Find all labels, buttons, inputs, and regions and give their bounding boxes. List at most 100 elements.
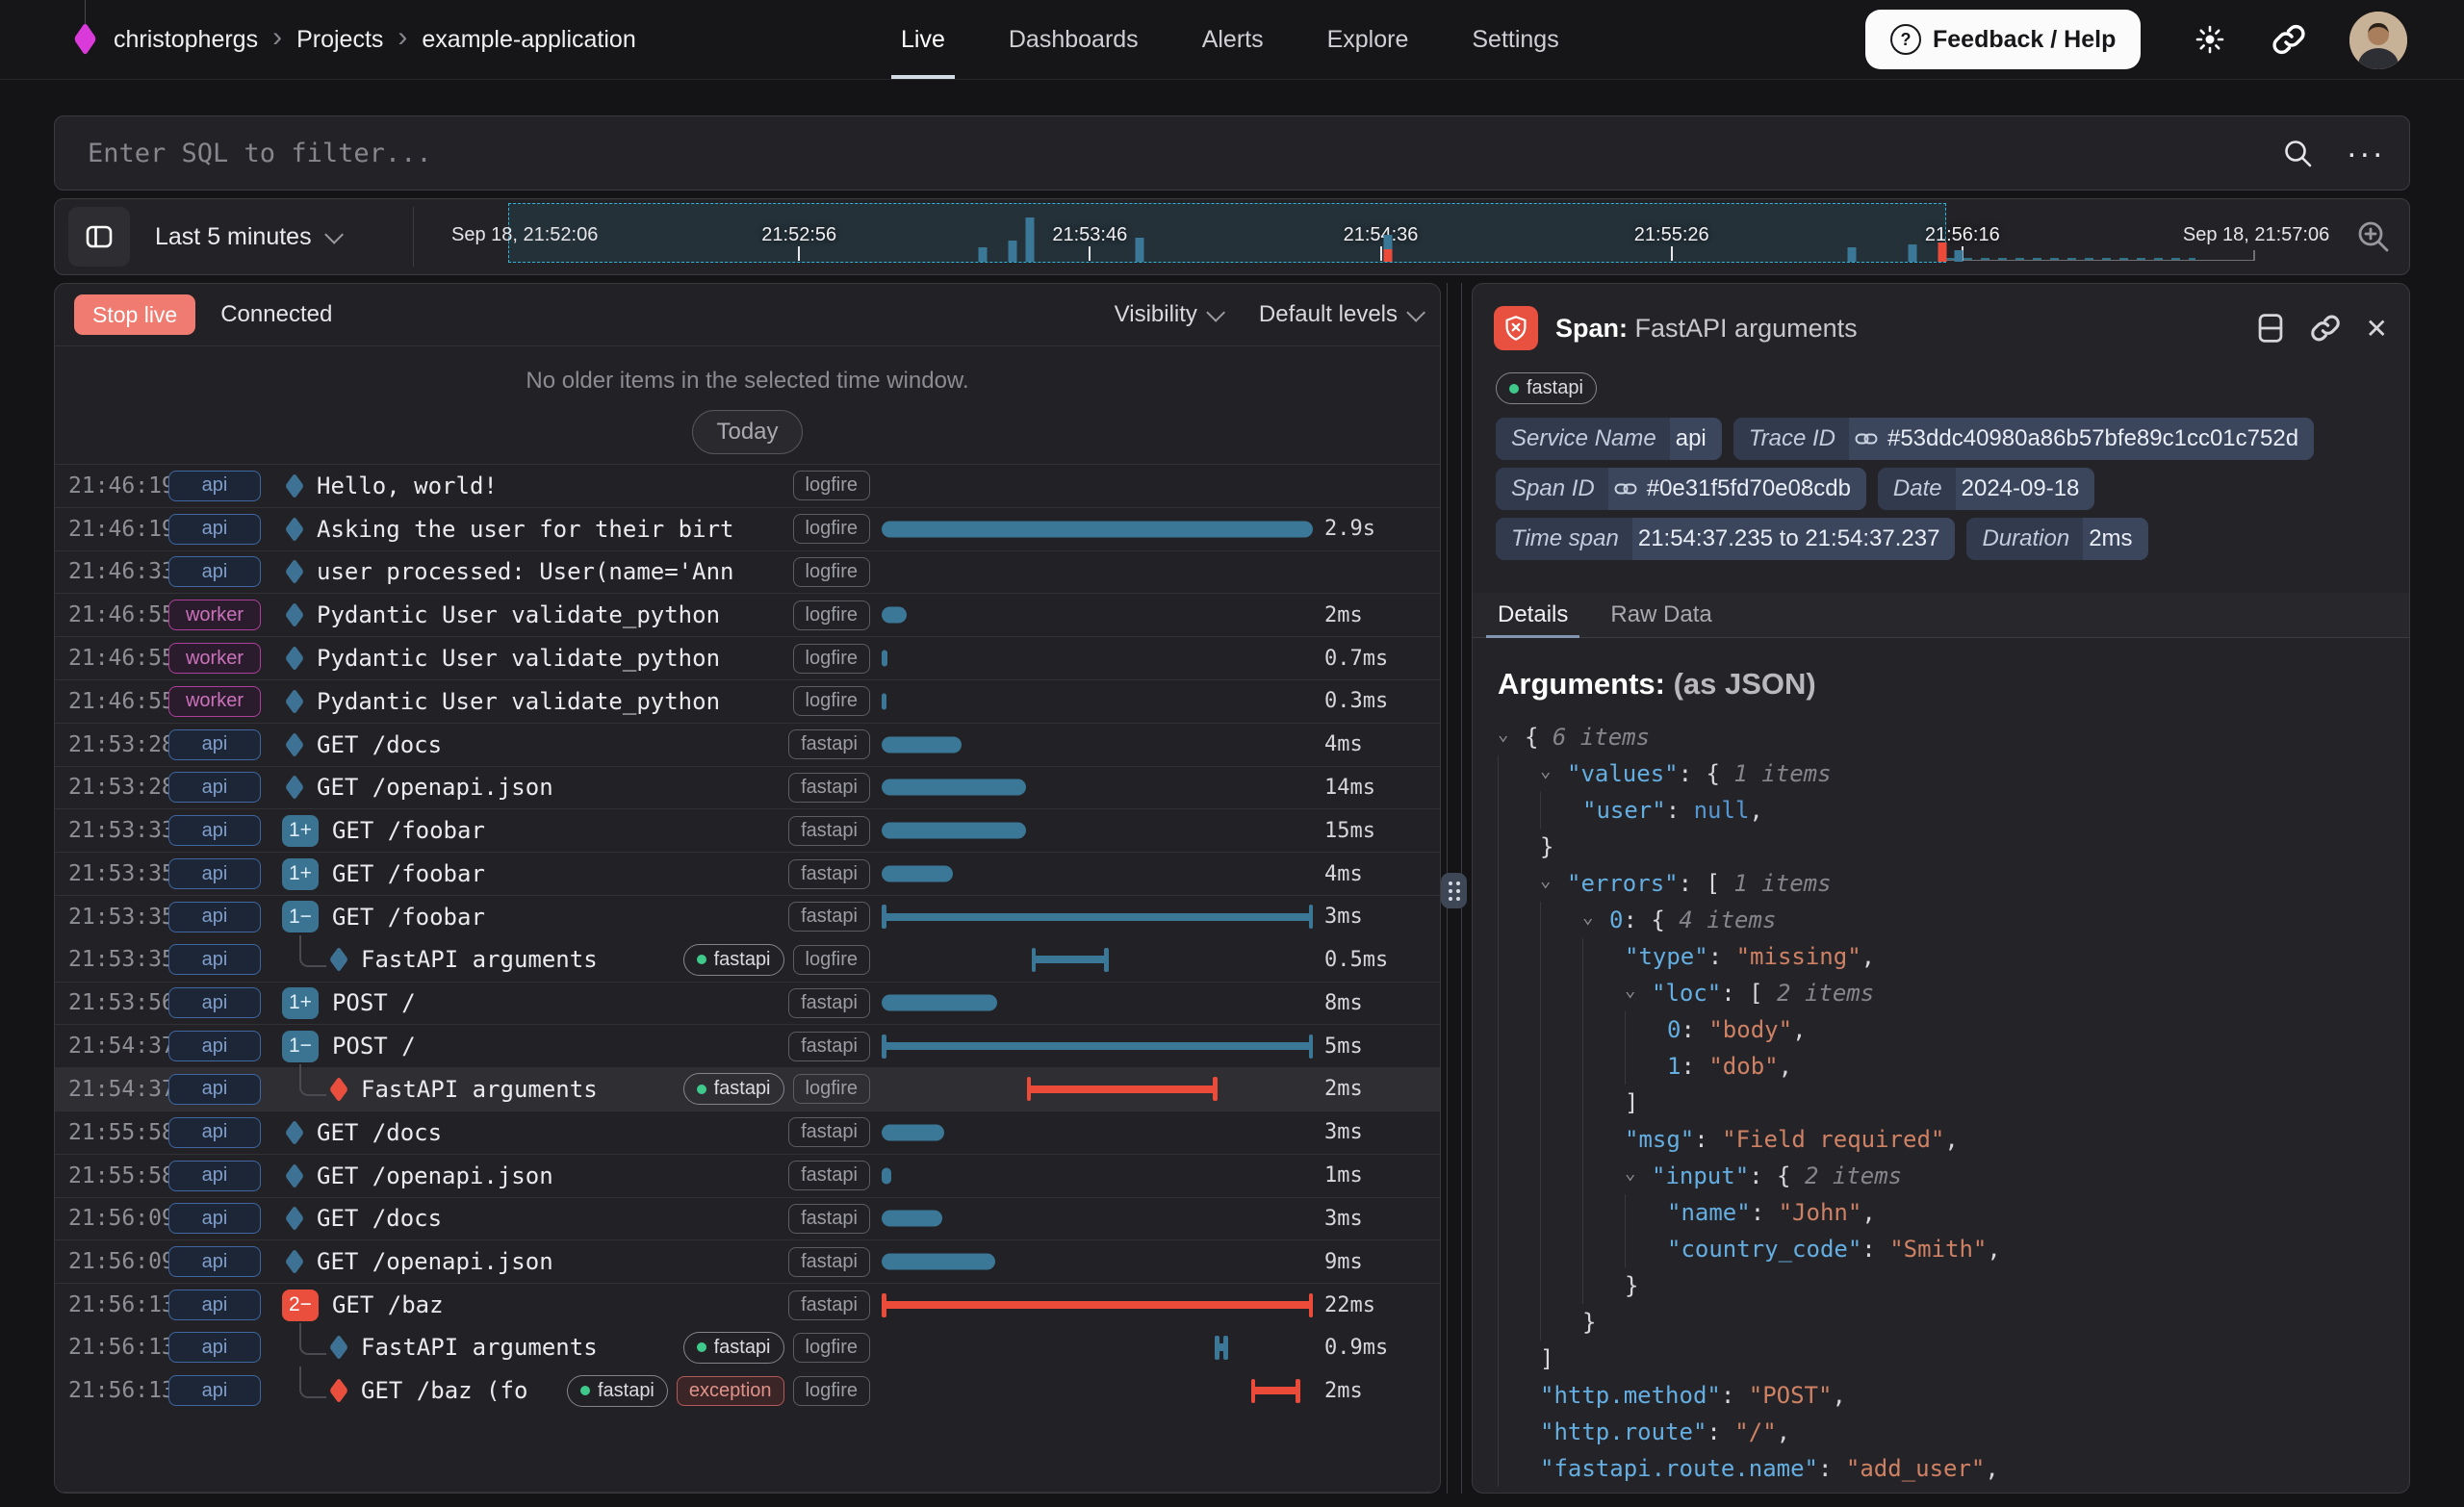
trace-row[interactable]: 21:53:56api1+POST /fastapi8ms bbox=[55, 982, 1440, 1025]
service-tag-api[interactable]: api bbox=[168, 1161, 261, 1191]
metadata-chip-trace-id[interactable]: Trace ID#53ddc40980a86b57bfe89c1cc01c752… bbox=[1733, 418, 2314, 460]
trace-row[interactable]: 21:56:13apiFastAPI argumentsfastapilogfi… bbox=[55, 1326, 1440, 1369]
time-range-select[interactable]: Last 5 minutes bbox=[155, 199, 339, 274]
logfire-logo-icon[interactable] bbox=[73, 22, 96, 56]
link-icon[interactable] bbox=[1614, 481, 1637, 497]
trace-row[interactable]: 21:53:33api1+GET /foobarfastapi15ms bbox=[55, 808, 1440, 852]
children-count-badge[interactable]: 1+ bbox=[282, 815, 319, 847]
detail-tab-raw-data[interactable]: Raw Data bbox=[1610, 593, 1711, 637]
trace-row[interactable]: 21:53:35apiFastAPI argumentsfastapilogfi… bbox=[55, 938, 1440, 982]
service-tag-worker[interactable]: worker bbox=[168, 686, 261, 717]
service-tag-api[interactable]: api bbox=[168, 1203, 261, 1234]
trace-row[interactable]: 21:56:13api2−GET /bazfastapi22ms bbox=[55, 1283, 1440, 1326]
theme-toggle-icon[interactable] bbox=[2191, 20, 2229, 59]
row-timestamp: 21:46:55 bbox=[68, 689, 168, 714]
timeline-axis[interactable]: 21:52:5621:53:4621:54:3621:55:2621:56:16… bbox=[508, 203, 2253, 272]
service-tag-api[interactable]: api bbox=[168, 987, 261, 1018]
children-count-badge[interactable]: 1+ bbox=[282, 987, 319, 1019]
trace-row[interactable]: 21:56:09apiGET /openapi.jsonfastapi9ms bbox=[55, 1239, 1440, 1283]
duration-bar bbox=[882, 1042, 1313, 1050]
link-icon[interactable] bbox=[1855, 431, 1878, 447]
nav-tab-explore[interactable]: Explore bbox=[1327, 0, 1409, 79]
breadcrumb-segment[interactable]: example-application bbox=[422, 26, 635, 54]
children-count-badge[interactable]: 2− bbox=[282, 1290, 319, 1321]
service-tag-api[interactable]: api bbox=[168, 514, 261, 545]
service-tag-api[interactable]: api bbox=[168, 1246, 261, 1277]
service-tag-api[interactable]: api bbox=[168, 902, 261, 932]
collapse-chevron-icon[interactable]: ⌄ bbox=[1540, 870, 1567, 891]
user-avatar[interactable] bbox=[2349, 12, 2407, 69]
nav-tab-settings[interactable]: Settings bbox=[1472, 0, 1558, 79]
close-icon[interactable]: ✕ bbox=[2366, 313, 2388, 345]
service-tag-api[interactable]: api bbox=[168, 471, 261, 501]
service-tag-worker[interactable]: worker bbox=[168, 643, 261, 674]
service-tag-worker[interactable]: worker bbox=[168, 600, 261, 630]
service-tag-api[interactable]: api bbox=[168, 1031, 261, 1061]
feedback-help-button[interactable]: ? Feedback / Help bbox=[1865, 10, 2141, 69]
trace-row[interactable]: 21:46:55workerPydantic User validate_pyt… bbox=[55, 636, 1440, 679]
metadata-chip-span-id[interactable]: Span ID#0e31f5fd70e08cdb bbox=[1496, 468, 1866, 510]
search-icon[interactable] bbox=[2280, 136, 2315, 170]
collapse-chevron-icon[interactable]: ⌄ bbox=[1540, 760, 1567, 781]
breadcrumb-segment[interactable]: Projects bbox=[296, 26, 383, 54]
panel-toggle-button[interactable] bbox=[68, 207, 130, 267]
log-diamond-icon bbox=[285, 1206, 304, 1232]
service-tag-api[interactable]: api bbox=[168, 1375, 261, 1406]
trace-row[interactable]: 21:53:28apiGET /openapi.jsonfastapi14ms bbox=[55, 766, 1440, 809]
trace-row[interactable]: 21:46:19apiHello, world!logfire bbox=[55, 464, 1440, 507]
split-view-icon[interactable] bbox=[2256, 312, 2285, 345]
scope-tag: fastapi bbox=[788, 816, 870, 846]
service-tag-api[interactable]: api bbox=[168, 858, 261, 889]
zoom-in-icon[interactable] bbox=[2353, 217, 2394, 257]
stop-live-button[interactable]: Stop live bbox=[74, 294, 195, 335]
tag-group: logfire bbox=[793, 600, 882, 630]
breadcrumb-segment[interactable]: christophergs bbox=[114, 26, 258, 54]
trace-row[interactable]: 21:46:55workerPydantic User validate_pyt… bbox=[55, 593, 1440, 636]
default-levels-dropdown[interactable]: Default levels bbox=[1259, 301, 1421, 328]
trace-row[interactable]: 21:56:09apiGET /docsfastapi3ms bbox=[55, 1197, 1440, 1240]
timeline-selection[interactable] bbox=[508, 203, 1946, 263]
duration-label: 3ms bbox=[1313, 905, 1440, 929]
children-count-badge[interactable]: 1− bbox=[282, 901, 319, 932]
nav-tab-live[interactable]: Live bbox=[901, 0, 945, 79]
copy-link-icon[interactable] bbox=[2310, 313, 2341, 344]
share-link-icon[interactable] bbox=[2270, 20, 2308, 59]
collapse-chevron-icon[interactable]: ⌄ bbox=[1625, 980, 1652, 1001]
nav-tabs: Live Dashboards Alerts Explore Settings bbox=[901, 0, 1559, 79]
service-tag-api[interactable]: api bbox=[168, 1074, 261, 1105]
service-tag-api[interactable]: api bbox=[168, 556, 261, 587]
trace-row[interactable]: 21:46:19apiAsking the user for their bir… bbox=[55, 507, 1440, 550]
children-count-badge[interactable]: 1+ bbox=[282, 858, 319, 890]
service-tag-api[interactable]: api bbox=[168, 772, 261, 803]
service-pill: fastapi bbox=[567, 1375, 668, 1407]
sql-filter-input[interactable] bbox=[55, 139, 2280, 168]
trace-row[interactable]: 21:54:37api1−POST /fastapi5ms bbox=[55, 1024, 1440, 1067]
service-tag-api[interactable]: api bbox=[168, 944, 261, 975]
row-timestamp: 21:56:09 bbox=[68, 1249, 168, 1274]
trace-row[interactable]: 21:55:58apiGET /openapi.jsonfastapi1ms bbox=[55, 1154, 1440, 1197]
detail-tab-details[interactable]: Details bbox=[1498, 593, 1568, 637]
trace-row[interactable]: 21:53:35api1−GET /foobarfastapi3ms bbox=[55, 895, 1440, 938]
service-tag-api[interactable]: api bbox=[168, 729, 261, 760]
service-tag-api[interactable]: api bbox=[168, 1117, 261, 1148]
children-count-badge[interactable]: 1− bbox=[282, 1031, 319, 1062]
nav-tab-alerts[interactable]: Alerts bbox=[1202, 0, 1264, 79]
service-tag-api[interactable]: api bbox=[168, 1332, 261, 1363]
service-tag-api[interactable]: api bbox=[168, 1290, 261, 1320]
duration-bar-track bbox=[882, 594, 1313, 636]
trace-row[interactable]: 21:53:28apiGET /docsfastapi4ms bbox=[55, 723, 1440, 766]
panel-resize-grip[interactable] bbox=[1441, 873, 1467, 908]
service-tag-api[interactable]: api bbox=[168, 815, 261, 846]
trace-row[interactable]: 21:54:37apiFastAPI argumentsfastapilogfi… bbox=[55, 1067, 1440, 1111]
collapse-chevron-icon[interactable]: ⌄ bbox=[1582, 907, 1609, 928]
trace-row[interactable]: 21:46:55workerPydantic User validate_pyt… bbox=[55, 679, 1440, 723]
collapse-chevron-icon[interactable]: ⌄ bbox=[1498, 724, 1525, 745]
collapse-chevron-icon[interactable]: ⌄ bbox=[1625, 1162, 1652, 1184]
trace-row[interactable]: 21:55:58apiGET /docsfastapi3ms bbox=[55, 1111, 1440, 1154]
nav-tab-dashboards[interactable]: Dashboards bbox=[1009, 0, 1139, 79]
visibility-dropdown[interactable]: Visibility bbox=[1115, 301, 1220, 328]
trace-row[interactable]: 21:46:33apiuser processed: User(name='An… bbox=[55, 550, 1440, 594]
trace-row[interactable]: 21:56:13apiGET /baz (fofastapiexceptionl… bbox=[55, 1369, 1440, 1413]
trace-row[interactable]: 21:53:35api1+GET /foobarfastapi4ms bbox=[55, 852, 1440, 895]
today-button[interactable]: Today bbox=[692, 410, 802, 454]
